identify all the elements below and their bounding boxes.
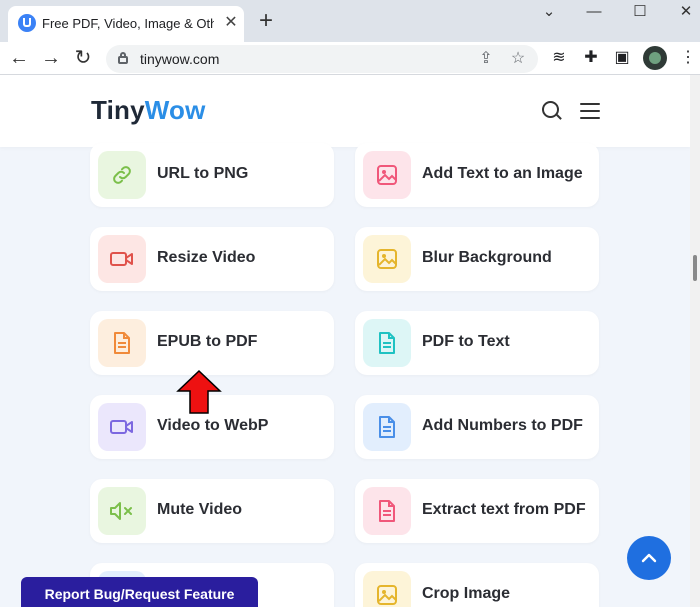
page-content: TinyWow URL to PNG Add Text to an Image Re… (0, 75, 700, 607)
forward-button[interactable]: → (39, 46, 63, 70)
chevron-down-icon[interactable]: ⌄ (535, 2, 563, 22)
reload-button[interactable]: ↻ (71, 46, 95, 70)
tool-card-label: Blur Background (422, 249, 552, 266)
image-icon (363, 571, 411, 607)
profile-avatar[interactable] (643, 46, 667, 70)
scroll-to-top-button[interactable] (627, 536, 671, 580)
hamburger-menu-icon[interactable] (580, 103, 600, 119)
tool-card[interactable]: EPUB to PDF (90, 311, 334, 375)
tool-card-label: Add Text to an Image (422, 165, 583, 182)
video-icon (98, 403, 146, 451)
tool-card[interactable]: Add Text to an Image (355, 143, 599, 207)
link-icon (98, 151, 146, 199)
tool-card-label: Add Numbers to PDF (422, 417, 583, 434)
share-icon[interactable]: ⇪ (476, 49, 496, 69)
file-icon (363, 487, 411, 535)
tool-card[interactable]: Extract text from PDF (355, 479, 599, 543)
address-bar[interactable]: tinywow.com ⇪ ☆ (106, 45, 538, 73)
file-icon (98, 319, 146, 367)
chevron-up-icon (641, 553, 657, 563)
tool-card[interactable]: URL to PNG (90, 143, 334, 207)
tool-card-label: Extract text from PDF (422, 501, 586, 518)
site-logo[interactable]: TinyWow (91, 95, 206, 126)
tool-card[interactable]: Add Numbers to PDF (355, 395, 599, 459)
back-button[interactable]: ← (7, 46, 31, 70)
more-menu-icon[interactable]: ⋮ (677, 47, 699, 69)
tool-card[interactable]: Crop Image (355, 563, 599, 607)
browser-toolbar: ← → ↻ tinywow.com ⇪ ☆ ≋ ✚ ▣ ⋮ (0, 42, 700, 75)
tool-card-label: Resize Video (157, 249, 256, 266)
minimize-button[interactable]: — (580, 2, 608, 22)
close-window-button[interactable]: ✕ (672, 2, 700, 22)
extension-icon[interactable]: ≋ (548, 47, 570, 69)
browser-tab[interactable]: Free PDF, Video, Image & Other Online To… (8, 6, 244, 42)
new-tab-button[interactable]: + (254, 9, 278, 34)
file-icon (363, 319, 411, 367)
tool-card[interactable]: Blur Background (355, 227, 599, 291)
image-icon (363, 151, 411, 199)
tool-card-label: Crop Image (422, 585, 511, 602)
file-icon (363, 403, 411, 451)
page-scrollbar[interactable] (690, 75, 700, 607)
url-text[interactable]: tinywow.com (140, 51, 219, 67)
tinywow-favicon-icon (18, 14, 36, 32)
video-icon (98, 235, 146, 283)
tool-card[interactable]: PDF to Text (355, 311, 599, 375)
image-icon (363, 235, 411, 283)
tool-card[interactable]: Mute Video (90, 479, 334, 543)
scrollbar-thumb[interactable] (693, 255, 697, 281)
bookmark-star-icon[interactable]: ☆ (508, 49, 528, 69)
browser-titlebar: Free PDF, Video, Image & Other Online To… (0, 0, 700, 42)
search-icon[interactable] (542, 101, 559, 118)
side-panel-icon[interactable]: ▣ (611, 47, 633, 69)
tool-card-label: PDF to Text (422, 333, 510, 350)
mute-icon (98, 487, 146, 535)
tool-card-label: Video to WebP (157, 417, 269, 434)
tab-close-icon[interactable]: ✕ (222, 14, 240, 32)
report-bug-button[interactable]: Report Bug/Request Feature (21, 577, 258, 607)
tool-card-label: EPUB to PDF (157, 333, 258, 350)
maximize-button[interactable]: ☐ (626, 2, 654, 22)
lock-icon[interactable] (118, 52, 128, 64)
tab-title: Free PDF, Video, Image & Other Online To… (42, 16, 214, 31)
puzzle-icon[interactable]: ✚ (580, 47, 602, 69)
tool-card[interactable]: Resize Video (90, 227, 334, 291)
tool-card-label: URL to PNG (157, 165, 249, 182)
red-arrow-annotation (176, 369, 222, 414)
site-header: TinyWow (0, 75, 690, 147)
tool-card-label: Mute Video (157, 501, 243, 518)
